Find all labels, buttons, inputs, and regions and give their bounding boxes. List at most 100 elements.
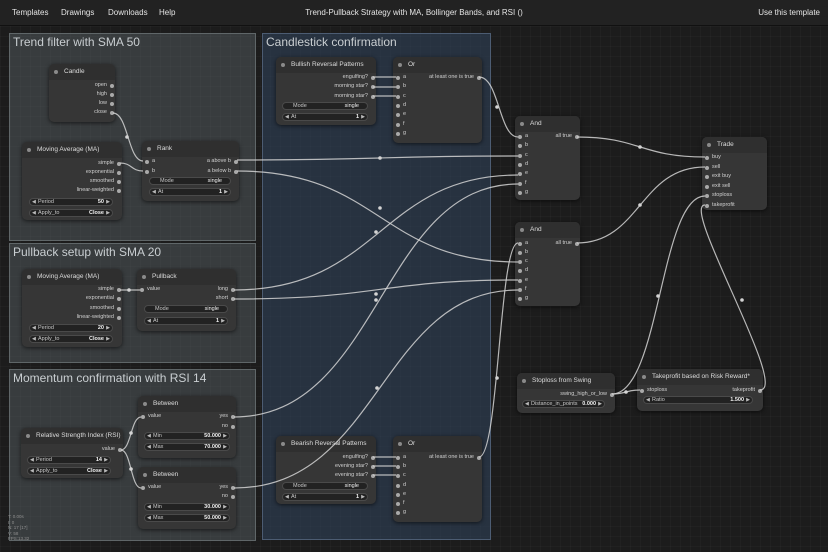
collapse-dot-icon[interactable]: [281, 442, 285, 446]
output-at-least-one-true[interactable]: at least one is true: [429, 454, 482, 461]
input-c[interactable]: c: [517, 152, 528, 159]
at-stepper[interactable]: ◀ At 1 ▶: [149, 188, 231, 196]
input-d[interactable]: d: [517, 161, 528, 168]
collapse-dot-icon[interactable]: [707, 143, 711, 147]
output-takeprofit[interactable]: takeprofit: [732, 387, 763, 394]
input-a[interactable]: a: [395, 74, 406, 81]
max-stepper[interactable]: ◀ Max 70.000 ▶: [144, 443, 230, 451]
input-b[interactable]: b: [517, 142, 528, 149]
output-all-true[interactable]: all true: [555, 133, 580, 140]
or-node-2[interactable]: Or at least one is true a b c d e f g: [393, 436, 482, 522]
min-stepper[interactable]: ◀ Min 50.000 ▶: [144, 432, 230, 440]
between-node-1[interactable]: Between value yes no ◀ Min 50.000 ▶ ◀ Max 70.…: [138, 396, 236, 458]
input-a[interactable]: a: [517, 133, 528, 140]
output-smoothed[interactable]: smoothed: [90, 305, 122, 312]
output-no[interactable]: no: [222, 493, 236, 500]
input-c[interactable]: c: [517, 258, 528, 265]
output-morning-star-2[interactable]: morning star?: [334, 93, 376, 100]
collapse-dot-icon[interactable]: [520, 122, 524, 126]
mode-select[interactable]: Mode single: [149, 177, 231, 185]
input-d[interactable]: d: [395, 102, 406, 109]
output-value[interactable]: value: [102, 446, 123, 453]
output-high[interactable]: high: [97, 91, 115, 98]
input-a[interactable]: a: [395, 454, 406, 461]
input-f[interactable]: f: [517, 180, 527, 187]
output-exponential[interactable]: exponential: [86, 295, 122, 302]
takeprofit-risk-reward-node[interactable]: Takeprofit based on Risk Reward* stoplos…: [637, 369, 763, 411]
mode-select[interactable]: Mode single: [144, 305, 228, 313]
input-g[interactable]: g: [517, 295, 528, 302]
period-stepper[interactable]: ◀ Period 14 ▶: [27, 456, 111, 464]
at-stepper[interactable]: ◀ At 1 ▶: [144, 317, 228, 325]
and-node-2[interactable]: And all true a b c d e f g: [515, 222, 580, 306]
input-d[interactable]: d: [517, 267, 528, 274]
between-node-2[interactable]: Between value yes no ◀ Min 30.000 ▶ ◀ Max 50.…: [138, 467, 236, 529]
input-takeprofit[interactable]: takeprofit: [704, 202, 735, 209]
rank-node[interactable]: Rank a b a above b a below b Mode single …: [142, 141, 239, 201]
collapse-dot-icon[interactable]: [398, 442, 402, 446]
input-stoploss[interactable]: stoploss: [639, 387, 667, 394]
bullish-reversal-node[interactable]: Bullish Reversal Patterns engulfing? mor…: [276, 57, 376, 125]
collapse-dot-icon[interactable]: [27, 148, 31, 152]
collapse-dot-icon[interactable]: [281, 63, 285, 67]
mode-select[interactable]: Mode single: [282, 102, 368, 110]
output-evening-star-2[interactable]: evening star?: [335, 472, 376, 479]
input-e[interactable]: e: [517, 170, 528, 177]
collapse-dot-icon[interactable]: [522, 379, 526, 383]
input-sell[interactable]: sell: [704, 164, 720, 171]
input-a[interactable]: a: [144, 158, 155, 165]
collapse-dot-icon[interactable]: [520, 228, 524, 232]
output-no[interactable]: no: [222, 423, 236, 430]
trade-node[interactable]: Trade buy sell exit buy exit sell stoplo…: [702, 137, 767, 210]
output-low[interactable]: low: [99, 100, 115, 107]
input-f[interactable]: f: [517, 286, 527, 293]
input-value[interactable]: value: [140, 413, 161, 420]
or-node-1[interactable]: Or at least one is true a b c d e f g: [393, 57, 482, 143]
input-g[interactable]: g: [395, 130, 406, 137]
output-yes[interactable]: yes: [219, 413, 236, 420]
output-a-above-b[interactable]: a above b: [207, 158, 239, 165]
output-open[interactable]: open: [95, 82, 115, 89]
output-morning-star[interactable]: morning star?: [334, 83, 376, 90]
input-b[interactable]: b: [395, 463, 406, 470]
candle-node[interactable]: Candle open high low close: [49, 64, 115, 122]
collapse-dot-icon[interactable]: [147, 147, 151, 151]
input-a[interactable]: a: [517, 240, 528, 247]
input-g[interactable]: g: [517, 189, 528, 196]
input-buy[interactable]: buy: [704, 154, 721, 161]
output-yes[interactable]: yes: [219, 484, 236, 491]
and-node-1[interactable]: And all true a b c d e f g: [515, 116, 580, 200]
output-exponential[interactable]: exponential: [86, 169, 122, 176]
at-stepper[interactable]: ◀ At 1 ▶: [282, 113, 368, 121]
input-b[interactable]: b: [517, 249, 528, 256]
output-engulfing[interactable]: engulfing?: [343, 454, 376, 461]
input-stoploss[interactable]: stoploss: [704, 192, 732, 199]
ratio-stepper[interactable]: ◀ Ratio 1.500 ▶: [643, 396, 753, 404]
output-swing-high-or-low[interactable]: swing_high_or_low: [560, 391, 615, 398]
input-g[interactable]: g: [395, 509, 406, 516]
period-stepper[interactable]: ◀ Period 20 ▶: [29, 324, 113, 332]
output-engulfing[interactable]: engulfing?: [343, 74, 376, 81]
output-long[interactable]: long: [218, 286, 236, 293]
output-smoothed[interactable]: smoothed: [90, 178, 122, 185]
pullback-node[interactable]: Pullback value long short Mode single ◀ At…: [137, 269, 236, 331]
stoploss-swing-node[interactable]: Stoploss from Swing swing_high_or_low ◀ D…: [517, 373, 615, 413]
collapse-dot-icon[interactable]: [26, 434, 30, 438]
collapse-dot-icon[interactable]: [142, 275, 146, 279]
output-simple[interactable]: simple: [98, 286, 122, 293]
output-at-least-one-true[interactable]: at least one is true: [429, 74, 482, 81]
at-stepper[interactable]: ◀ At 1 ▶: [282, 493, 368, 501]
input-f[interactable]: f: [395, 121, 405, 128]
apply-to-select[interactable]: ◀ Apply_to Close ▶: [27, 467, 111, 475]
output-all-true[interactable]: all true: [555, 240, 580, 247]
apply-to-select[interactable]: ◀ Apply_to Close ▶: [29, 335, 113, 343]
input-e[interactable]: e: [395, 111, 406, 118]
use-template-button[interactable]: Use this template: [758, 8, 820, 17]
collapse-dot-icon[interactable]: [398, 63, 402, 67]
input-value[interactable]: value: [139, 286, 160, 293]
mode-select[interactable]: Mode single: [282, 482, 368, 490]
collapse-dot-icon[interactable]: [143, 402, 147, 406]
input-value[interactable]: value: [140, 484, 161, 491]
collapse-dot-icon[interactable]: [143, 473, 147, 477]
input-exit-sell[interactable]: exit sell: [704, 183, 730, 190]
